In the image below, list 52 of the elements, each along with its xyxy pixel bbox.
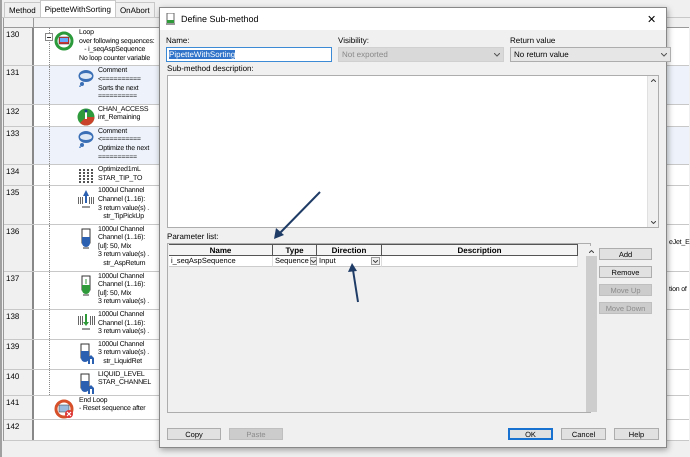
tip-rack-icon <box>77 168 95 184</box>
column-header[interactable]: Name <box>169 244 273 256</box>
line-number: 142 <box>4 420 34 440</box>
comment-icon <box>78 69 94 88</box>
field-label: Sub-method description: <box>167 64 255 73</box>
return-value-dropdown[interactable]: No return value <box>510 47 671 62</box>
tab[interactable]: OnAbort <box>114 2 155 17</box>
field-label: Return value <box>510 36 556 45</box>
line-number: 141 <box>4 396 34 419</box>
chevron-down-icon[interactable] <box>310 257 317 265</box>
field-label: Visibility: <box>338 36 370 45</box>
description-field[interactable] <box>167 75 659 228</box>
tip-pickup-icon <box>77 189 95 210</box>
chevron-down-icon <box>494 52 500 56</box>
line-number: 138 <box>4 310 34 339</box>
column-header[interactable]: Direction <box>317 244 382 256</box>
comment-icon <box>78 130 94 148</box>
field-label: Name: <box>166 36 191 45</box>
line-number: 137 <box>4 272 34 310</box>
chevron-down-icon <box>661 52 667 56</box>
line-number: 133 <box>4 126 34 164</box>
column-header[interactable]: Description <box>382 244 578 256</box>
tab[interactable]: Method <box>4 2 41 17</box>
chevron-up-icon[interactable] <box>650 79 656 82</box>
chevron-down-icon[interactable] <box>650 221 656 224</box>
table-cell[interactable] <box>382 256 578 267</box>
field-label: Parameter list: <box>167 232 220 241</box>
scrollbar[interactable] <box>647 76 658 227</box>
scrollbar[interactable] <box>586 246 597 412</box>
app-icon <box>166 13 175 25</box>
line-number: 132 <box>4 104 34 126</box>
close-button[interactable]: ✕ <box>643 12 660 26</box>
column-header[interactable]: Type <box>273 244 317 256</box>
line-number: 135 <box>4 186 34 224</box>
tip-eject-icon <box>76 313 96 332</box>
loop-icon <box>54 31 74 51</box>
annotation-arrow <box>348 263 360 303</box>
tab[interactable]: PipetteWithSorting <box>40 0 116 17</box>
aspirate-icon <box>79 228 93 250</box>
line-number: 140 <box>4 370 34 395</box>
line-number: 136 <box>4 224 34 271</box>
annotation-arrow <box>272 190 322 240</box>
line-number: 134 <box>4 165 34 186</box>
collapse-toggle[interactable] <box>45 33 53 41</box>
chevron-up-icon[interactable] <box>589 250 594 252</box>
dialog-title: Define Sub-method <box>181 14 260 24</box>
dispense-icon <box>79 274 93 297</box>
line-number: 130 <box>4 28 34 66</box>
line-number: 139 <box>4 340 34 369</box>
line-number: 131 <box>4 66 34 104</box>
chevron-down-icon[interactable] <box>371 257 380 265</box>
name-field[interactable]: PipetteWithSorting <box>166 47 332 62</box>
